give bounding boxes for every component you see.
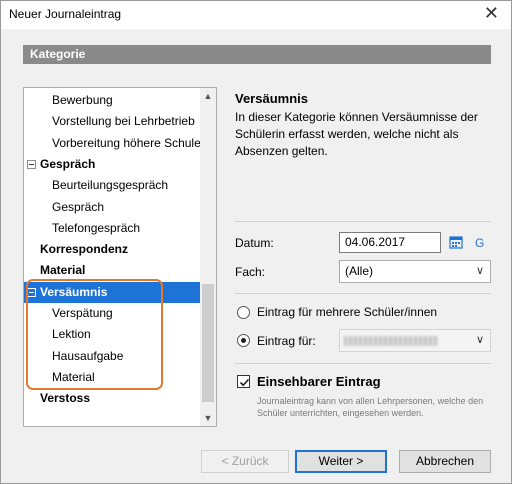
date-label: Datum: [235,236,274,250]
tree-item-label: Korrespondenz [40,242,129,257]
tree-item-label: Bewerbung [52,93,113,107]
title-bar: Neuer Journaleintrag ✕ [1,1,511,29]
visible-entry-note: Journaleintrag kann von allen Lehrperson… [257,396,484,418]
tree-item-label: Beurteilungsgespräch [52,178,169,193]
category-title: Versäumnis [235,91,308,106]
tree-item[interactable]: Verstoss [24,388,202,409]
visible-entry-checkbox[interactable] [237,375,250,388]
divider [235,363,491,364]
tree-item-label: Vorstellung bei Lehrbetrieb [52,114,195,129]
tree-item[interactable]: Material [24,260,202,281]
collapse-icon[interactable] [27,287,36,297]
category-header-bar: Kategorie [23,45,491,64]
category-header-label: Kategorie [30,47,86,61]
subject-select-value: (Alle) [345,264,374,278]
tree-item-label: Telefongespräch [52,220,141,235]
tree-item[interactable]: Vorstellung bei Lehrbetrieb [24,111,202,132]
tree-item[interactable]: Material [24,367,202,388]
tree-item-label: Lektion [52,327,91,342]
scrollbar-thumb[interactable] [202,284,214,402]
tree-item[interactable]: Bewerbung [24,90,202,111]
tree-item[interactable]: Telefongespräch [24,218,202,239]
tree-item-label: Material [40,263,86,278]
radio-multiple-students[interactable] [237,306,250,319]
date-field[interactable]: 04.06.2017 [339,232,441,253]
scroll-up-icon[interactable]: ▲ [200,88,216,104]
tree-scrollbar[interactable]: ▲ ▼ [200,88,216,426]
tree-item-label: Vorbereitung höhere Schule [52,135,201,150]
category-tree[interactable]: Bewerbung Vorstellung bei Lehrbetrieb Vorb… [23,87,217,427]
close-icon[interactable]: ✕ [484,3,499,24]
chevron-down-icon: ∨ [475,265,484,277]
divider [235,221,491,222]
subject-select[interactable]: (Alle) ∨ [339,260,491,283]
collapse-icon[interactable] [27,159,36,169]
tree-item[interactable]: Lektion [24,324,202,345]
category-description: In dieser Kategorie können Versäumnisse … [235,110,478,158]
tree-item[interactable]: Korrespondenz [24,239,202,260]
tree-item-label: Hausaufgabe [52,348,124,363]
tree-item-label: Verspätung [52,306,113,320]
g-link[interactable]: G [475,236,484,250]
radio-single-student[interactable] [237,334,250,347]
radio-single-label: Eintrag für: [257,334,316,348]
checkmark-icon [239,378,250,387]
next-button[interactable]: Weiter > [295,450,387,473]
dialog-window: Neuer Journaleintrag ✕ Kategorie Bewerbu… [0,0,512,484]
tree-item-label: Gespräch [52,199,105,214]
tree-item-label: Versäumnis [40,284,108,299]
calendar-icon[interactable] [449,235,463,249]
tree-item-label: Material [52,369,95,384]
tree-item-label: Gespräch [40,156,96,171]
tree-item[interactable]: Vorbereitung höhere Schule [24,133,202,154]
student-select[interactable]: ∨ [339,329,491,352]
tree-item-label: Verstoss [40,391,91,406]
window-title: Neuer Journaleintrag [9,7,122,21]
subject-label: Fach: [235,265,266,279]
tree-item[interactable]: Gespräch [24,197,202,218]
cancel-button[interactable]: Abbrechen [399,450,491,473]
tree-item[interactable]: Verspätung [24,303,202,324]
student-name-redacted [344,336,438,346]
tree-item[interactable]: Hausaufgabe [24,346,202,367]
chevron-down-icon: ∨ [475,334,484,346]
visible-entry-label: Einsehbarer Eintrag [257,374,381,389]
back-button[interactable]: < Zurück [201,450,289,473]
tree-item[interactable]: Versäumnis [24,281,202,303]
tree-item[interactable]: Beurteilungsgespräch [24,175,202,196]
tree-item[interactable]: Gespräch [24,154,202,175]
radio-multiple-label: Eintrag für mehrere Schüler/innen [257,305,438,319]
scroll-down-icon[interactable]: ▼ [200,410,216,426]
divider [235,293,491,294]
